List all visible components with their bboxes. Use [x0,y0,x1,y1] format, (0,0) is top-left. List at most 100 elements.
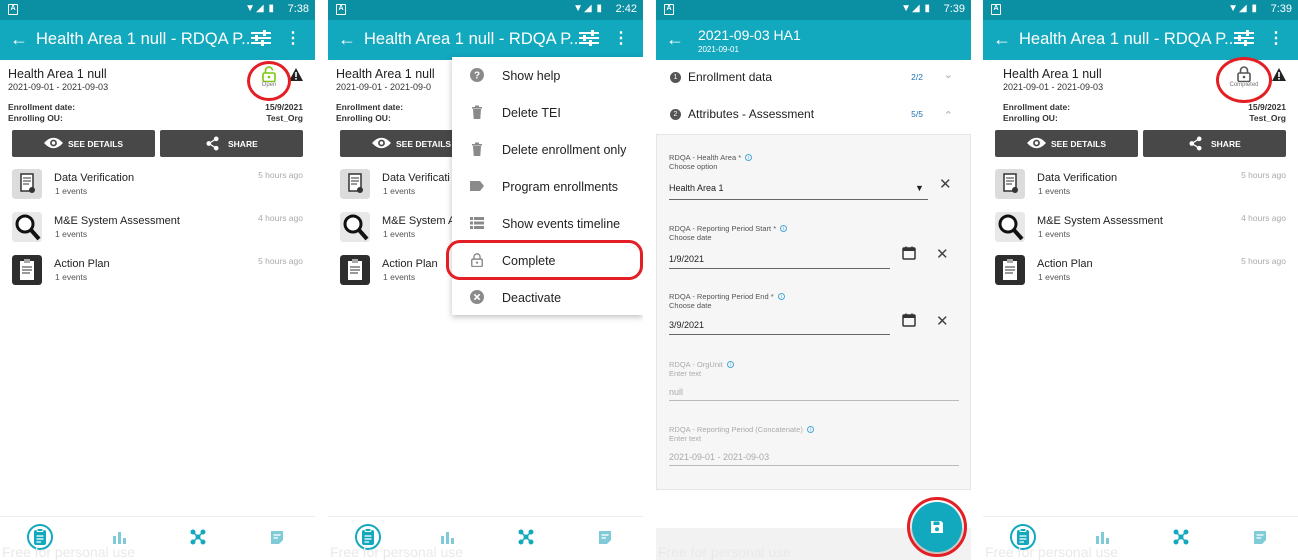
enrollment-header: Health Area 1 null 2021-09-01 - 2021-09-… [983,57,1298,130]
chevron-up-icon[interactable]: ⌃ [944,109,953,122]
notification-icon: A [336,4,346,15]
magnifier-icon [12,212,42,242]
info-icon[interactable]: i [806,426,814,433]
nav-notes-icon[interactable] [596,528,614,546]
orgunit-field: RDQA - OrgUnit i Enter text null [669,360,959,402]
more-options-icon[interactable]: ⋮ [285,28,301,48]
enrolling-ou-label: Enrolling OU: [336,113,391,123]
info-icon[interactable]: i [780,225,788,232]
notification-icon: A [8,4,18,15]
back-arrow-icon[interactable]: ← [10,29,28,50]
filter-icon[interactable] [1234,30,1254,46]
program-stage-row[interactable]: Action Plan 1 events 5 hours ago [995,255,1298,295]
program-stage-row[interactable]: M&E System Assessment 1 events 4 hours a… [995,212,1298,252]
enrolling-ou-value: Test_Org [1249,113,1286,123]
nav-relationships-icon[interactable] [1172,528,1190,546]
reporting-period-start-value: 1/9/2021 [669,254,705,264]
nav-relationships-icon[interactable] [517,528,535,546]
action-buttons: SEE DETAILS SHARE [995,130,1286,157]
share-button[interactable]: SHARE [160,130,303,157]
info-icon[interactable]: i [777,293,785,300]
clear-icon[interactable]: ✕ [936,245,949,263]
tei-name: Health Area 1 null [336,67,435,81]
enrollment-date-label: Enrollment date: [336,102,404,112]
nav-relationships-icon[interactable] [189,528,207,546]
watermark: Free for personal use [658,544,792,560]
see-details-button[interactable]: SEE DETAILS [995,130,1138,157]
section-enrollment-data[interactable]: 1 Enrollment data 2/2 ⌄ [656,60,971,96]
health-area-field[interactable]: RDQA - Health Area * i Choose option Heal… [669,153,958,203]
app-bar-title: Health Area 1 null - RDQA P... [1019,30,1238,48]
more-options-icon[interactable]: ⋮ [613,28,629,48]
highlight-ring [907,497,967,557]
menu-item-events-timeline[interactable]: Show events timeline [452,205,643,242]
screen-enrollment-form: A ▼◢ ▮ 7:39 ← 2021-09-03 HA1 2021-09-01 … [656,0,971,560]
warning-icon[interactable] [289,68,303,81]
enrollment-date-value: 15/9/2021 [265,102,303,112]
magnifier-icon [340,212,370,242]
app-bar-title: 2021-09-03 HA1 [698,27,801,43]
menu-item-delete-enrollment[interactable]: Delete enrollment only [452,131,643,168]
filter-icon[interactable] [579,30,599,46]
calendar-icon[interactable] [902,313,916,327]
reporting-period-end-field[interactable]: RDQA - Reporting Period End * i Choose da… [669,292,958,342]
app-bar-subtitle: 2021-09-01 [698,45,739,54]
orgunit-value: null [669,387,684,397]
filter-icon[interactable] [251,30,271,46]
enrollment-date-label: Enrollment date: [8,102,76,112]
info-icon[interactable]: i [745,154,753,161]
info-icon[interactable]: i [726,361,734,368]
reporting-period-end-value: 3/9/2021 [669,320,705,330]
clear-icon[interactable]: ✕ [939,175,952,193]
document-icon [12,169,42,199]
see-details-button[interactable]: SEE DETAILS [12,130,155,157]
status-time: 7:39 [943,3,965,15]
more-options-icon[interactable]: ⋮ [1268,28,1284,48]
nav-notes-icon[interactable] [1251,528,1269,546]
program-stage-row[interactable]: Data Verification 1 events 5 hours ago [995,169,1298,209]
back-arrow-icon[interactable]: ← [993,29,1011,50]
share-icon [1189,136,1202,151]
app-bar: ← Health Area 1 null - RDQA P... ⋮ [0,20,315,60]
program-stage-row[interactable]: M&E System Assessment 1 events 4 hours a… [12,212,315,252]
highlight-ring [247,61,291,101]
back-arrow-icon[interactable]: ← [666,29,684,50]
eye-icon [372,136,391,150]
status-time: 7:39 [1270,3,1292,15]
status-bar: A ▼◢ ▮ 7:38 [0,0,315,20]
menu-item-delete-tei[interactable]: Delete TEI [452,94,643,131]
warning-icon[interactable] [1272,68,1286,81]
tei-name: Health Area 1 null [1003,67,1102,81]
enrollment-period: 2021-09-01 - 2021-09-03 [8,82,109,92]
share-button[interactable]: SHARE [1143,130,1286,157]
reporting-period-start-field[interactable]: RDQA - Reporting Period Start * i Choose … [669,224,958,274]
program-stage-row[interactable]: Data Verification 1 events 5 hours ago [12,169,315,209]
screen-open-enrollment: A ▼◢ ▮ 7:38 ← Health Area 1 null - RDQA … [0,0,315,560]
screen-completed-enrollment: A ▼◢ ▮ 7:39 ← Health Area 1 null - RDQA … [983,0,1298,560]
menu-item-deactivate[interactable]: Deactivate [452,279,643,316]
app-bar: ← Health Area 1 null - RDQA P... ⋮ [328,20,643,60]
eye-icon [44,136,63,150]
calendar-icon[interactable] [902,246,916,260]
enrollment-date-value: 15/9/2021 [1248,102,1286,112]
signal-icons: ▼◢ ▮ [901,3,931,14]
magnifier-icon [995,212,1025,242]
signal-icons: ▼◢ ▮ [245,3,275,14]
screen-overflow-menu: A ▼◢ ▮ 2:42 ← Health Area 1 null - RDQA … [328,0,643,560]
highlight-ring [446,240,643,280]
clipboard-icon [12,255,42,285]
section-attributes-assessment[interactable]: 2 Attributes - Assessment 5/5 ⌃ [656,97,971,133]
back-arrow-icon[interactable]: ← [338,29,356,50]
watermark: Free for personal use [2,544,136,560]
nav-notes-icon[interactable] [268,528,286,546]
clear-icon[interactable]: ✕ [936,312,949,330]
app-bar: ← Health Area 1 null - RDQA P... ⋮ [983,20,1298,60]
notification-icon: A [664,4,674,15]
app-bar: ← 2021-09-03 HA1 2021-09-01 [656,20,971,60]
chevron-down-icon[interactable]: ⌄ [944,68,953,81]
reporting-period-concatenate-value: 2021-09-01 - 2021-09-03 [669,452,770,462]
menu-item-program-enrollments[interactable]: Program enrollments [452,168,643,205]
dropdown-arrow-icon[interactable]: ▼ [915,183,924,193]
program-stage-row[interactable]: Action Plan 1 events 5 hours ago [12,255,315,295]
menu-item-show-help[interactable]: Show help [452,57,643,94]
